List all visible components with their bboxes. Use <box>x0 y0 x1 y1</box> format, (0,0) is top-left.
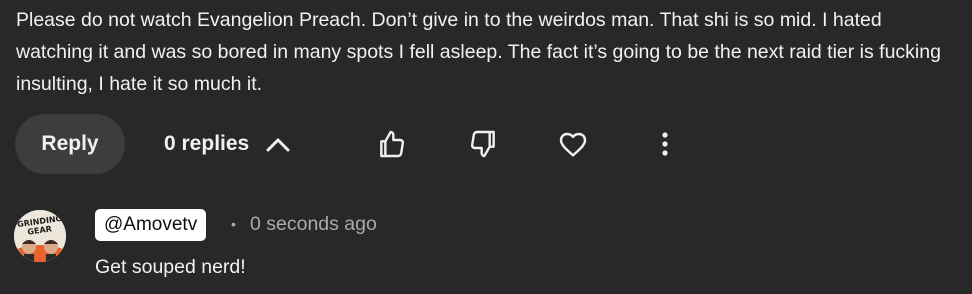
reply-timestamp[interactable]: 0 seconds ago <box>250 213 377 236</box>
more-options-button[interactable] <box>645 124 685 164</box>
reply-text: Get souped nerd! <box>95 256 246 278</box>
heart-icon <box>559 132 587 157</box>
more-vertical-icon <box>662 132 668 156</box>
thumbs-down-icon <box>470 130 495 158</box>
reply-button[interactable]: Reply <box>15 114 125 174</box>
thumbs-up-icon <box>380 130 405 158</box>
replies-count-label: 0 replies <box>164 132 250 155</box>
comment-action-bar: Reply 0 replies <box>0 114 972 174</box>
reply-item: GRINDING GEAR @Amovetv • 0 seconds ago G… <box>0 196 972 294</box>
avatar[interactable]: GRINDING GEAR <box>14 210 66 262</box>
comment-text: Please do not watch Evangelion Preach. D… <box>16 9 941 95</box>
heart-button[interactable] <box>553 124 593 164</box>
grinding-gear-logo-icon: GRINDING GEAR <box>14 210 66 262</box>
like-button[interactable] <box>372 124 412 164</box>
separator-dot: • <box>231 216 236 232</box>
dislike-button[interactable] <box>463 124 503 164</box>
replies-toggle[interactable]: 0 replies <box>164 114 291 174</box>
username-chip[interactable]: @Amovetv <box>95 209 207 241</box>
chevron-up-icon <box>266 138 290 152</box>
